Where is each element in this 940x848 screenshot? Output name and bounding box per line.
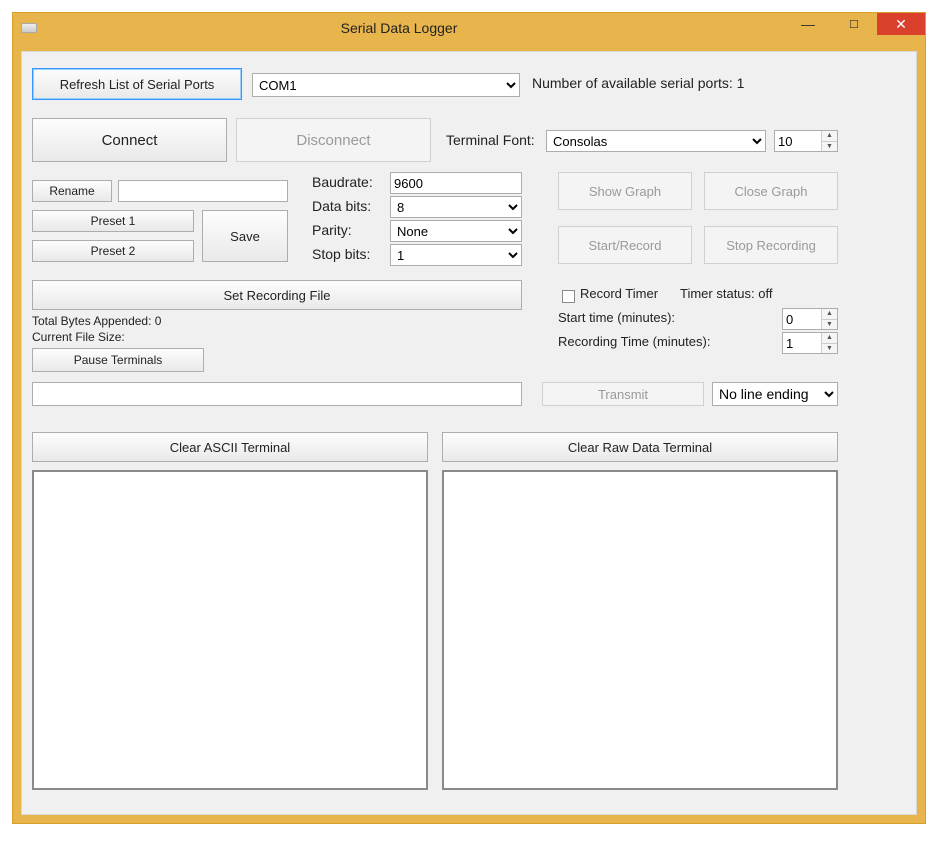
start-time-up-icon[interactable]: ▲ xyxy=(822,309,837,320)
rename-button[interactable]: Rename xyxy=(32,180,112,202)
start-time-stepper[interactable] xyxy=(783,309,821,329)
databits-select[interactable]: 8 xyxy=(390,196,522,218)
ports-count-label: Number of available serial ports: 1 xyxy=(532,75,744,91)
stopbits-label: Stop bits: xyxy=(312,246,370,262)
baudrate-label: Baudrate: xyxy=(312,174,373,190)
stop-recording-button: Stop Recording xyxy=(704,226,838,264)
recording-time-label: Recording Time (minutes): xyxy=(558,334,710,349)
clear-ascii-button[interactable]: Clear ASCII Terminal xyxy=(32,432,428,462)
connect-button[interactable]: Connect xyxy=(32,118,227,162)
rec-time-down-icon[interactable]: ▼ xyxy=(822,344,837,354)
record-timer-checkbox[interactable] xyxy=(562,290,575,303)
disconnect-button: Disconnect xyxy=(236,118,431,162)
show-graph-button: Show Graph xyxy=(558,172,692,210)
start-record-button: Start/Record xyxy=(558,226,692,264)
font-size-down-icon[interactable]: ▼ xyxy=(822,142,837,152)
stopbits-select[interactable]: 1 xyxy=(390,244,522,266)
parity-select[interactable]: None xyxy=(390,220,522,242)
app-window: Serial Data Logger — ☐ ✕ Refresh List of… xyxy=(12,12,926,824)
save-button[interactable]: Save xyxy=(202,210,288,262)
clear-raw-button[interactable]: Clear Raw Data Terminal xyxy=(442,432,838,462)
titlebar: Serial Data Logger — ☐ ✕ xyxy=(13,13,925,43)
close-button[interactable]: ✕ xyxy=(877,13,925,35)
transmit-input[interactable] xyxy=(32,382,522,406)
terminal-font-label: Terminal Font: xyxy=(446,132,535,148)
line-ending-select[interactable]: No line ending xyxy=(712,382,838,406)
record-timer-label: Record Timer xyxy=(580,286,658,301)
font-size-up-icon[interactable]: ▲ xyxy=(822,131,837,142)
baudrate-input[interactable] xyxy=(390,172,522,194)
client-area: Refresh List of Serial Ports COM1 Number… xyxy=(21,51,917,815)
rec-time-up-icon[interactable]: ▲ xyxy=(822,333,837,344)
databits-label: Data bits: xyxy=(312,198,371,214)
start-time-label: Start time (minutes): xyxy=(558,310,675,325)
ascii-terminal[interactable] xyxy=(32,470,428,790)
rename-input[interactable] xyxy=(118,180,288,202)
window-title: Serial Data Logger xyxy=(13,20,785,36)
app-icon xyxy=(21,23,37,33)
parity-label: Parity: xyxy=(312,222,352,238)
current-filesize-label: Current File Size: xyxy=(32,330,125,344)
recording-time-stepper[interactable] xyxy=(783,333,821,353)
preset1-button[interactable]: Preset 1 xyxy=(32,210,194,232)
preset2-button[interactable]: Preset 2 xyxy=(32,240,194,262)
minimize-button[interactable]: — xyxy=(785,13,831,35)
close-graph-button: Close Graph xyxy=(704,172,838,210)
font-size-stepper[interactable] xyxy=(775,131,821,151)
port-select[interactable]: COM1 xyxy=(252,73,520,97)
maximize-button[interactable]: ☐ xyxy=(831,13,877,35)
set-recording-file-button[interactable]: Set Recording File xyxy=(32,280,522,310)
transmit-button: Transmit xyxy=(542,382,704,406)
pause-terminals-button[interactable]: Pause Terminals xyxy=(32,348,204,372)
start-time-down-icon[interactable]: ▼ xyxy=(822,320,837,330)
raw-terminal[interactable] xyxy=(442,470,838,790)
timer-status-label: Timer status: off xyxy=(680,286,772,301)
total-bytes-label: Total Bytes Appended: 0 xyxy=(32,314,161,328)
terminal-font-select[interactable]: Consolas xyxy=(546,130,766,152)
refresh-ports-button[interactable]: Refresh List of Serial Ports xyxy=(32,68,242,100)
